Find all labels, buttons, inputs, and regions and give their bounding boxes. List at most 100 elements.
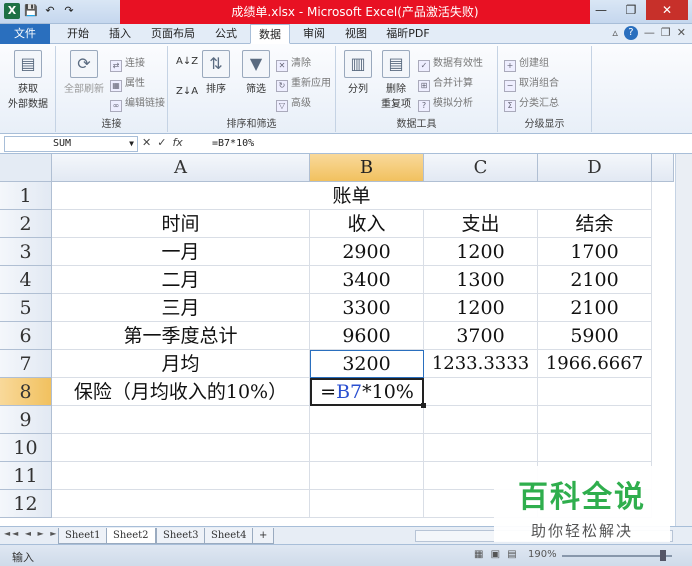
cell-a12[interactable] bbox=[52, 490, 310, 518]
tab-insert[interactable]: 插入 bbox=[102, 24, 138, 44]
close-workbook-icon[interactable]: ✕ bbox=[677, 26, 686, 40]
fill-handle[interactable] bbox=[421, 403, 426, 408]
column-header-e[interactable] bbox=[652, 154, 674, 182]
cell-d2[interactable]: 结余 bbox=[538, 210, 652, 238]
column-header-b[interactable]: B bbox=[310, 154, 424, 182]
reapply-button[interactable]: ↻ 重新应用 bbox=[276, 74, 331, 92]
properties-button[interactable]: ▦ 属性 bbox=[110, 74, 145, 92]
redo-icon[interactable]: ↷ bbox=[61, 3, 77, 19]
remove-duplicates-button[interactable]: ▤ 删除 重复项 bbox=[376, 50, 416, 110]
cell-a7[interactable]: 月均 bbox=[52, 350, 310, 378]
collapse-ribbon-icon[interactable]: ▵ bbox=[612, 26, 618, 40]
cell-b10[interactable] bbox=[310, 434, 424, 462]
consolidate-button[interactable]: ⊞ 合并计算 bbox=[418, 74, 473, 92]
sheet-tab-3[interactable]: Sheet3 bbox=[156, 528, 206, 544]
tab-review[interactable]: 审阅 bbox=[296, 24, 332, 44]
sheet-tab-2[interactable]: Sheet2 bbox=[106, 528, 156, 544]
data-validation-button[interactable]: ✓ 数据有效性 bbox=[418, 54, 483, 72]
view-buttons[interactable]: ▦ ▣ ▤ bbox=[474, 549, 519, 560]
name-box[interactable]: SUM ▼ bbox=[4, 136, 138, 152]
cell-c4[interactable]: 1300 bbox=[424, 266, 538, 294]
column-header-c[interactable]: C bbox=[424, 154, 538, 182]
cell-c9[interactable] bbox=[424, 406, 538, 434]
tab-formulas[interactable]: 公式 bbox=[208, 24, 244, 44]
tab-page-layout[interactable]: 页面布局 bbox=[144, 24, 202, 44]
insert-sheet-icon[interactable]: + bbox=[252, 528, 274, 544]
cell-a3[interactable]: 一月 bbox=[52, 238, 310, 266]
filter-button[interactable]: ▼ 筛选 bbox=[238, 50, 274, 95]
cell-d4[interactable]: 2100 bbox=[538, 266, 652, 294]
row-header-6[interactable]: 6 bbox=[0, 322, 52, 350]
column-header-d[interactable]: D bbox=[538, 154, 652, 182]
tab-file[interactable]: 文件 bbox=[0, 24, 50, 44]
what-if-analysis-button[interactable]: ? 模拟分析 bbox=[418, 94, 473, 112]
tab-data[interactable]: 数据 bbox=[250, 24, 290, 44]
restore-workbook-icon[interactable]: ❐ bbox=[661, 26, 671, 40]
sort-button[interactable]: ⇅ 排序 bbox=[198, 50, 234, 95]
chevron-down-icon[interactable]: ▼ bbox=[129, 137, 134, 151]
tab-foxit-pdf[interactable]: 福昕PDF bbox=[380, 24, 436, 44]
sort-ascending-button[interactable]: A↓Z bbox=[176, 56, 198, 67]
cell-b6[interactable]: 9600 bbox=[310, 322, 424, 350]
close-button[interactable]: ✕ bbox=[646, 0, 688, 20]
cell-c8[interactable] bbox=[424, 378, 538, 406]
row-header-4[interactable]: 4 bbox=[0, 266, 52, 294]
cell-title-merged[interactable]: 账单 bbox=[52, 182, 652, 210]
get-external-data-button[interactable]: ▤ 获取 外部数据 bbox=[6, 50, 50, 110]
row-header-5[interactable]: 5 bbox=[0, 294, 52, 322]
cell-b7-referenced[interactable]: 3200 bbox=[310, 350, 424, 378]
ungroup-button[interactable]: − 取消组合 bbox=[504, 74, 559, 92]
cancel-icon[interactable]: ✕ bbox=[142, 136, 151, 149]
tab-home[interactable]: 开始 bbox=[60, 24, 96, 44]
edit-links-button[interactable]: ∞ 编辑链接 bbox=[110, 94, 165, 112]
cell-d8[interactable] bbox=[538, 378, 652, 406]
cell-b11[interactable] bbox=[310, 462, 424, 490]
formula-input[interactable]: =B7*10% bbox=[208, 136, 678, 152]
insert-function-icon[interactable]: fx bbox=[172, 136, 182, 149]
minimize-workbook-icon[interactable]: — bbox=[644, 26, 655, 40]
group-button[interactable]: + 创建组 bbox=[504, 54, 549, 72]
cell-d7[interactable]: 1966.6667 bbox=[538, 350, 652, 378]
cell-a10[interactable] bbox=[52, 434, 310, 462]
cell-a5[interactable]: 三月 bbox=[52, 294, 310, 322]
refresh-all-button[interactable]: ⟳ 全部刷新 bbox=[60, 50, 108, 95]
cell-c7[interactable]: 1233.3333 bbox=[424, 350, 538, 378]
row-header-10[interactable]: 10 bbox=[0, 434, 52, 462]
tab-view[interactable]: 视图 bbox=[338, 24, 374, 44]
cell-d9[interactable] bbox=[538, 406, 652, 434]
vertical-scrollbar[interactable] bbox=[675, 154, 692, 526]
enter-icon[interactable]: ✓ bbox=[157, 136, 166, 149]
cell-b9[interactable] bbox=[310, 406, 424, 434]
row-header-2[interactable]: 2 bbox=[0, 210, 52, 238]
restore-button[interactable]: ❐ bbox=[616, 0, 646, 20]
row-header-12[interactable]: 12 bbox=[0, 490, 52, 518]
row-header-3[interactable]: 3 bbox=[0, 238, 52, 266]
cell-a6[interactable]: 第一季度总计 bbox=[52, 322, 310, 350]
connections-button[interactable]: ⇄ 连接 bbox=[110, 54, 145, 72]
clear-button[interactable]: ✕ 清除 bbox=[276, 54, 311, 72]
zoom-level[interactable]: 190% bbox=[528, 549, 557, 560]
cell-b4[interactable]: 3400 bbox=[310, 266, 424, 294]
zoom-slider[interactable] bbox=[562, 555, 672, 557]
sheet-tab-4[interactable]: Sheet4 bbox=[204, 528, 254, 544]
cell-c10[interactable] bbox=[424, 434, 538, 462]
sort-descending-button[interactable]: Z↓A bbox=[176, 86, 198, 97]
cell-b12[interactable] bbox=[310, 490, 424, 518]
cell-a9[interactable] bbox=[52, 406, 310, 434]
row-header-11[interactable]: 11 bbox=[0, 462, 52, 490]
subtotal-button[interactable]: Σ 分类汇总 bbox=[504, 94, 559, 112]
cell-d6[interactable]: 5900 bbox=[538, 322, 652, 350]
cell-c3[interactable]: 1200 bbox=[424, 238, 538, 266]
cell-a11[interactable] bbox=[52, 462, 310, 490]
cell-d3[interactable]: 1700 bbox=[538, 238, 652, 266]
save-icon[interactable]: 💾 bbox=[23, 3, 39, 19]
advanced-button[interactable]: ▽ 高级 bbox=[276, 94, 311, 112]
cell-b5[interactable]: 3300 bbox=[310, 294, 424, 322]
cell-a4[interactable]: 二月 bbox=[52, 266, 310, 294]
cell-d5[interactable]: 2100 bbox=[538, 294, 652, 322]
zoom-slider-knob[interactable] bbox=[660, 550, 666, 561]
select-all-corner[interactable] bbox=[0, 154, 52, 182]
row-header-1[interactable]: 1 bbox=[0, 182, 52, 210]
cell-a2[interactable]: 时间 bbox=[52, 210, 310, 238]
cell-b2[interactable]: 收入 bbox=[310, 210, 424, 238]
